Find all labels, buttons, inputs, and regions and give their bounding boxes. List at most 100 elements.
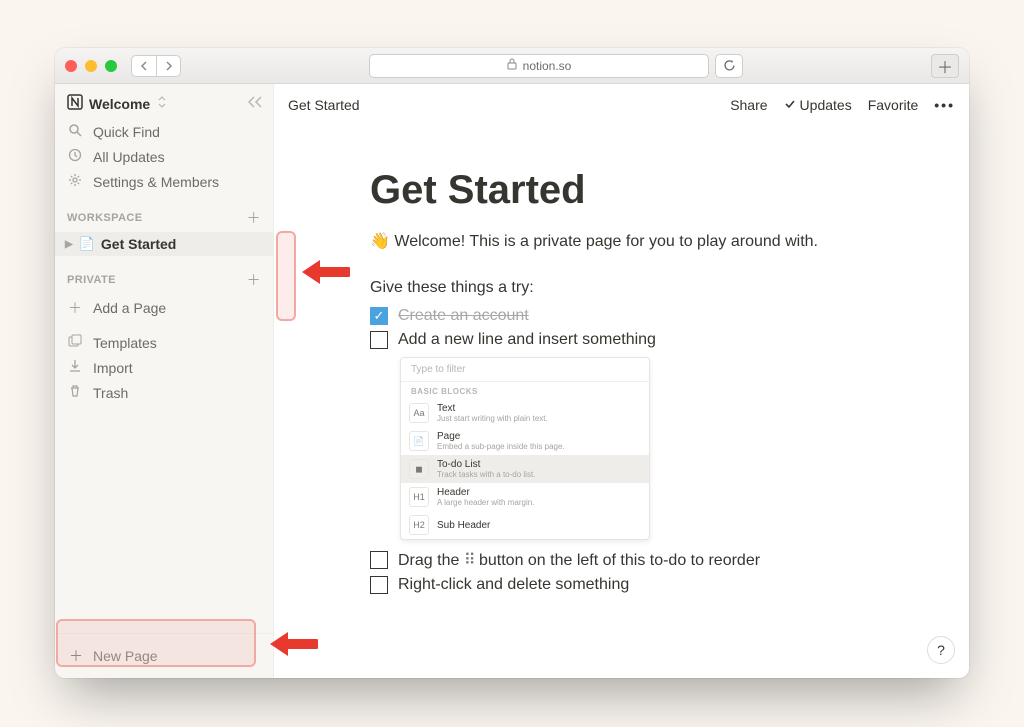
traffic-lights <box>65 60 117 72</box>
option-title: Page <box>437 431 565 442</box>
more-menu-button[interactable]: ••• <box>934 97 955 113</box>
checkbox[interactable] <box>370 551 388 569</box>
templates-icon <box>67 334 83 351</box>
sidebar-trash[interactable]: Trash <box>55 380 273 405</box>
slash-option: H2 Sub Header <box>401 511 649 539</box>
sidebar-quick-find[interactable]: Quick Find <box>55 119 273 144</box>
sidebar-item-label: Settings & Members <box>93 174 219 190</box>
option-title: To-do List <box>437 459 535 470</box>
sidebar-section-private: PRIVATE ＋ <box>55 256 273 294</box>
option-icon: 📄 <box>409 431 429 451</box>
todo-create-account[interactable]: ✓ Create an account <box>370 307 969 325</box>
main-area: Get Started Share Updates Favorite ••• G… <box>274 84 969 678</box>
sidebar-settings[interactable]: Settings & Members <box>55 169 273 194</box>
add-workspace-page-button[interactable]: ＋ <box>247 208 261 228</box>
section-label: WORKSPACE <box>67 212 143 224</box>
collapse-sidebar-button[interactable] <box>247 95 263 112</box>
todo-add-line[interactable]: Add a new line and insert something <box>370 331 969 349</box>
sidebar-section-workspace: WORKSPACE ＋ <box>55 194 273 232</box>
sidebar: Welcome Quick Find All Updates <box>55 84 274 678</box>
option-desc: Track tasks with a to-do list. <box>437 470 535 479</box>
section-label: PRIVATE <box>67 274 116 286</box>
option-desc: Embed a sub-page inside this page. <box>437 442 565 451</box>
new-tab-button[interactable]: ＋ <box>931 54 959 78</box>
option-title: Header <box>437 487 534 498</box>
maximize-window-button[interactable] <box>105 60 117 72</box>
page-title[interactable]: Get Started <box>370 168 969 213</box>
updates-button[interactable]: Updates <box>784 97 852 113</box>
option-icon: H2 <box>409 515 429 535</box>
lock-icon <box>507 58 517 73</box>
slash-option: AaTextJust start writing with plain text… <box>401 399 649 427</box>
favorite-button[interactable]: Favorite <box>868 97 919 113</box>
back-button[interactable] <box>132 56 156 76</box>
app-window: notion.so ＋ Welcome <box>55 48 969 678</box>
try-heading: Give these things a try: <box>370 279 969 297</box>
text: button on the left of this to-do to reor… <box>475 552 761 569</box>
close-window-button[interactable] <box>65 60 77 72</box>
sidebar-import[interactable]: Import <box>55 355 273 380</box>
check-icon <box>784 97 796 113</box>
plus-icon: ＋ <box>69 646 83 666</box>
minimize-window-button[interactable] <box>85 60 97 72</box>
sidebar-item-label: All Updates <box>93 149 165 165</box>
slash-filter: Type to filter <box>401 358 649 382</box>
sidebar-page-get-started[interactable]: ▶ 📄 Get Started <box>55 232 273 256</box>
option-icon: H1 <box>409 487 429 507</box>
todo-text: Right-click and delete something <box>398 576 629 594</box>
todo-text: Drag the ⠿ button on the left of this to… <box>398 550 760 570</box>
share-button[interactable]: Share <box>730 97 767 113</box>
page-title: Get Started <box>101 236 176 252</box>
todo-text: Create an account <box>398 307 529 325</box>
address-bar-wrap: notion.so <box>189 54 923 78</box>
reload-button[interactable] <box>715 54 743 78</box>
workspace-name: Welcome <box>89 96 150 112</box>
trash-icon <box>67 384 83 401</box>
option-title: Sub Header <box>437 520 490 531</box>
slash-menu-preview: ↖ Type to filter BASIC BLOCKS AaTextJust… <box>400 357 650 540</box>
help-button[interactable]: ? <box>927 636 955 664</box>
slash-category: BASIC BLOCKS <box>401 382 649 399</box>
qmark: ? <box>937 642 945 658</box>
option-desc: A large header with margin. <box>437 498 534 507</box>
sidebar-item-label: Add a Page <box>93 300 166 316</box>
sidebar-item-label: Import <box>93 360 133 376</box>
clock-icon <box>67 148 83 165</box>
wave-emoji: 👋 <box>370 233 390 250</box>
updates-label: Updates <box>800 97 852 113</box>
nav-buttons <box>131 55 181 77</box>
forward-button[interactable] <box>156 56 180 76</box>
browser-titlebar: notion.so ＋ <box>55 48 969 84</box>
breadcrumb[interactable]: Get Started <box>288 97 360 113</box>
sidebar-item-label: Quick Find <box>93 124 160 140</box>
gear-icon <box>67 173 83 190</box>
search-icon <box>67 123 83 140</box>
checkbox[interactable] <box>370 331 388 349</box>
address-bar[interactable]: notion.so <box>369 54 709 78</box>
sidebar-all-updates[interactable]: All Updates <box>55 144 273 169</box>
todo-right-click[interactable]: Right-click and delete something <box>370 576 969 594</box>
checkbox-checked[interactable]: ✓ <box>370 307 388 325</box>
slash-option: 📄 PageEmbed a sub-page inside this page. <box>401 427 649 455</box>
checkbox[interactable] <box>370 576 388 594</box>
drag-handle-icon: ⠿ <box>464 552 475 569</box>
sidebar-templates[interactable]: Templates <box>55 330 273 355</box>
option-desc: Just start writing with plain text. <box>437 414 548 423</box>
todo-drag[interactable]: Drag the ⠿ button on the left of this to… <box>370 550 969 570</box>
plus-icon: ＋ <box>67 298 83 318</box>
workspace-switcher[interactable]: Welcome <box>55 84 273 119</box>
sidebar-new-page[interactable]: ＋ New Page <box>55 633 273 678</box>
disclosure-icon[interactable]: ▶ <box>65 239 73 250</box>
page-content[interactable]: Get Started 👋 Welcome! This is a private… <box>274 126 969 678</box>
sidebar-item-label: New Page <box>93 648 158 664</box>
page-icon: 📄 <box>79 236 95 252</box>
add-private-page-button[interactable]: ＋ <box>247 270 261 290</box>
sidebar-add-a-page[interactable]: ＋ Add a Page <box>55 294 273 322</box>
slash-option: ◼To-do ListTrack tasks with a to-do list… <box>401 455 649 483</box>
option-title: Text <box>437 403 548 414</box>
updown-icon <box>158 96 166 111</box>
welcome-line: 👋 Welcome! This is a private page for yo… <box>370 231 969 251</box>
sidebar-item-label: Templates <box>93 335 157 351</box>
address-host: notion.so <box>523 59 572 73</box>
text: Drag the <box>398 552 464 569</box>
